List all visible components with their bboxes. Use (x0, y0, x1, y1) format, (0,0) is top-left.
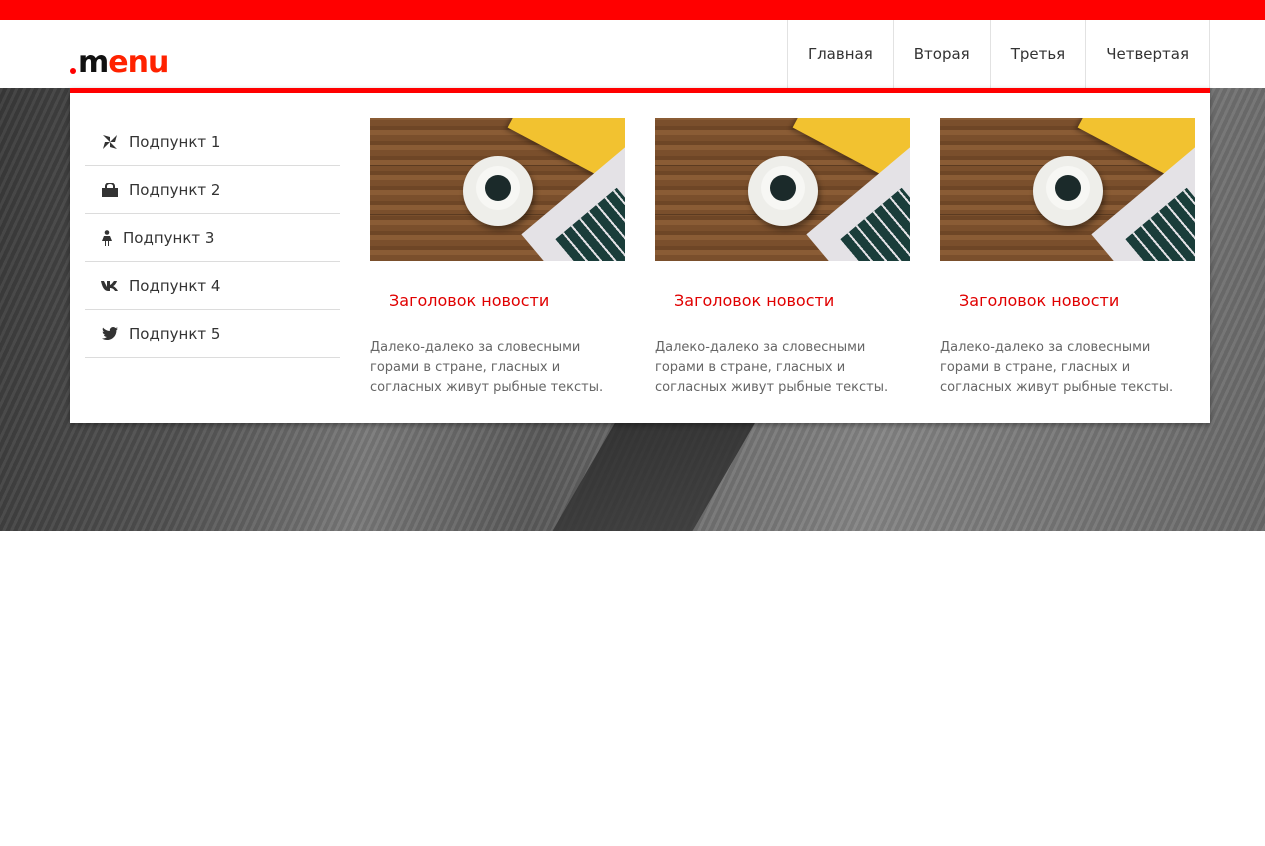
submenu-item-label: Подпункт 3 (123, 228, 215, 247)
nav-item-fourth[interactable]: Четвертая (1086, 20, 1210, 88)
submenu-item-label: Подпункт 1 (129, 132, 221, 151)
news-title-link[interactable]: Заголовок новости (959, 291, 1195, 311)
submenu-item-label: Подпункт 5 (129, 324, 221, 343)
news-card: Заголовок новости Далеко-далеко за слове… (940, 118, 1195, 398)
submenu-item-5[interactable]: Подпункт 5 (85, 310, 340, 358)
logo-dot (70, 68, 76, 74)
pinwheel-icon (101, 134, 119, 150)
submenu-item-1[interactable]: Подпункт 1 (85, 118, 340, 166)
logo-letter-m: m (78, 45, 109, 80)
submenu-item-3[interactable]: Подпункт 3 (85, 214, 340, 262)
nav-item-second[interactable]: Вторая (894, 20, 991, 88)
news-excerpt: Далеко-далеко за словесными горами в стр… (940, 340, 1174, 395)
news-image[interactable] (655, 118, 910, 261)
news-image[interactable] (940, 118, 1195, 261)
submenu-list: Подпункт 1 Подпункт 2 Подпункт 3 Подпунк… (85, 118, 340, 358)
submenu-item-label: Подпункт 4 (129, 276, 221, 295)
site-logo[interactable]: m enu (70, 45, 169, 80)
twitter-icon (101, 326, 119, 342)
top-accent-bar (0, 0, 1265, 20)
nav-item-home[interactable]: Главная (788, 20, 894, 88)
mega-menu-dropdown: Подпункт 1 Подпункт 2 Подпункт 3 Подпунк… (70, 88, 1210, 423)
vk-icon (101, 278, 119, 294)
female-icon (101, 229, 113, 246)
submenu-item-2[interactable]: Подпункт 2 (85, 166, 340, 214)
nav-item-third[interactable]: Третья (991, 20, 1087, 88)
shopping-bag-icon (101, 182, 119, 198)
submenu-item-4[interactable]: Подпункт 4 (85, 262, 340, 310)
main-nav: Главная Вторая Третья Четвертая (786, 20, 1210, 88)
news-card: Заголовок новости Далеко-далеко за слове… (655, 118, 910, 398)
news-image[interactable] (370, 118, 625, 261)
news-card: Заголовок новости Далеко-далеко за слове… (370, 118, 625, 398)
news-title-link[interactable]: Заголовок новости (674, 291, 910, 311)
news-title-link[interactable]: Заголовок новости (389, 291, 625, 311)
logo-text: enu (108, 45, 169, 80)
submenu-item-label: Подпункт 2 (129, 180, 221, 199)
news-excerpt: Далеко-далеко за словесными горами в стр… (370, 340, 604, 395)
news-excerpt: Далеко-далеко за словесными горами в стр… (655, 340, 889, 395)
